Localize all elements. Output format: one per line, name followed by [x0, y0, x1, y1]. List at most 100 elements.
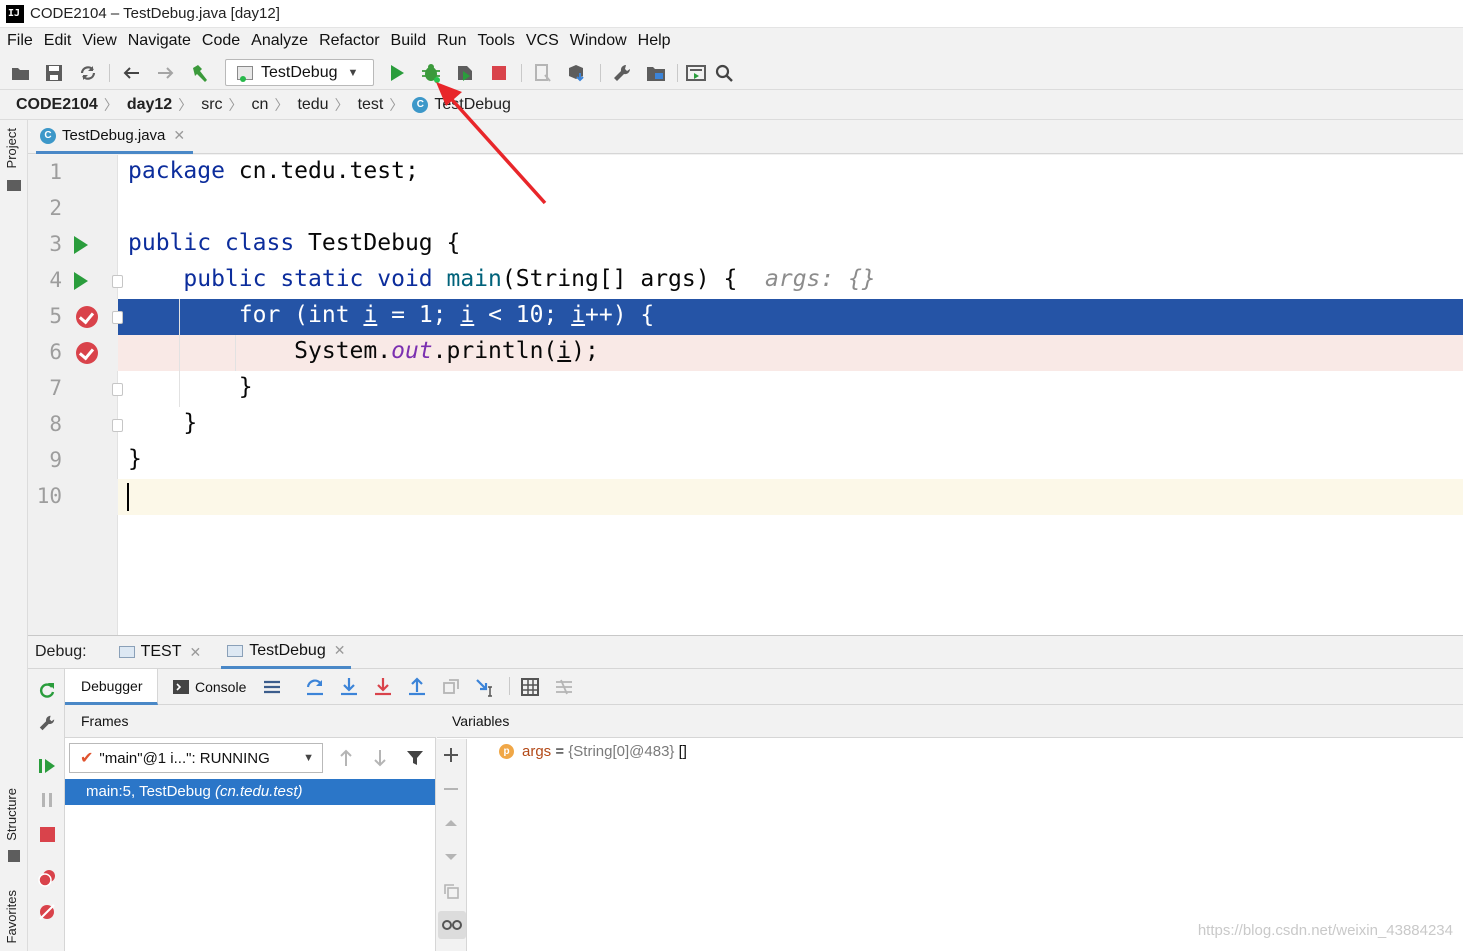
project-structure-icon[interactable]: [645, 62, 667, 84]
left-tool-stripe: Project Structure Favorites: [0, 120, 28, 951]
menu-build[interactable]: Build: [388, 32, 435, 50]
menu-file[interactable]: File: [4, 32, 41, 50]
menu-bar: File Edit View Navigate Code Analyze Ref…: [0, 28, 1463, 54]
force-step-into-icon[interactable]: [373, 677, 393, 697]
editor-tab-bar: C TestDebug.java ✕: [28, 120, 1463, 154]
menu-refactor[interactable]: Refactor: [316, 32, 387, 50]
tab-debug-test[interactable]: TEST ✕: [113, 635, 208, 669]
open-folder-icon[interactable]: [10, 62, 32, 84]
structure-tool-tab[interactable]: Structure: [4, 788, 19, 841]
code-line-3: 3 public class TestDebug {: [28, 227, 1463, 263]
close-icon[interactable]: ✕: [334, 642, 346, 659]
menu-help[interactable]: Help: [635, 32, 679, 50]
variable-name: args: [522, 743, 552, 760]
move-down-icon[interactable]: [443, 849, 461, 867]
run-icon[interactable]: [386, 62, 408, 84]
tab-testdebug-java[interactable]: C TestDebug.java ✕: [36, 120, 194, 154]
fold-marker-icon[interactable]: [112, 275, 123, 288]
favorites-tool-tab[interactable]: Favorites: [4, 890, 19, 943]
mute-breakpoints-icon[interactable]: [37, 902, 57, 922]
fold-marker-icon[interactable]: [112, 383, 123, 396]
menu-vcs[interactable]: VCS: [523, 32, 567, 50]
tab-console[interactable]: Console: [173, 669, 246, 705]
code-editor[interactable]: 1 package cn.tedu.test; 2 3 public class…: [28, 155, 1463, 635]
fold-marker-icon[interactable]: [112, 419, 123, 432]
next-frame-arrow-icon[interactable]: [372, 749, 392, 769]
breadcrumb-tedu[interactable]: tedu: [297, 96, 328, 114]
code-token: public static void: [183, 266, 433, 292]
sync-icon[interactable]: [77, 62, 99, 84]
breadcrumb-project[interactable]: CODE2104: [16, 96, 98, 114]
search-icon[interactable]: [713, 62, 735, 84]
move-up-icon[interactable]: [443, 815, 461, 833]
menu-run[interactable]: Run: [434, 32, 474, 50]
update-app-icon[interactable]: [566, 62, 588, 84]
view-breakpoints-icon[interactable]: [37, 868, 57, 888]
run-gutter-icon[interactable]: [74, 272, 88, 290]
breakpoint-icon[interactable]: [76, 342, 98, 364]
code-line-6-breakpoint: 6 System.out.println(i);: [28, 335, 1463, 371]
run-to-cursor-icon[interactable]: [475, 677, 495, 697]
tab-debugger[interactable]: Debugger: [65, 669, 158, 705]
code-token: int: [308, 302, 350, 328]
drop-frame-icon[interactable]: [441, 677, 461, 697]
filter-icon[interactable]: [406, 749, 426, 769]
evaluate-expression-icon[interactable]: [520, 677, 540, 697]
back-arrow-icon[interactable]: [120, 62, 142, 84]
run-gutter-icon[interactable]: [74, 236, 88, 254]
menu-tools[interactable]: Tools: [474, 32, 522, 50]
copy-icon[interactable]: [443, 883, 461, 901]
variable-extra: []: [674, 743, 687, 760]
menu-window[interactable]: Window: [567, 32, 635, 50]
previous-frame-arrow-icon[interactable]: [338, 749, 358, 769]
debug-side-actions: [28, 669, 65, 951]
resume-program-icon[interactable]: [37, 756, 57, 776]
rerun-icon[interactable]: [37, 680, 57, 700]
add-watch-icon[interactable]: [443, 747, 461, 765]
forward-arrow-icon[interactable]: [155, 62, 177, 84]
breadcrumb-src[interactable]: src: [201, 96, 222, 114]
step-over-icon[interactable]: [305, 677, 325, 697]
menu-analyze[interactable]: Analyze: [248, 32, 316, 50]
code-token: TestDebug {: [294, 230, 461, 256]
remove-watch-icon[interactable]: [443, 781, 461, 799]
trace-stream-icon[interactable]: [554, 677, 574, 697]
build-hammer-icon[interactable]: [189, 62, 211, 84]
variable-equals: =: [551, 743, 569, 760]
breadcrumb-test[interactable]: test: [358, 96, 384, 114]
menu-edit[interactable]: Edit: [41, 32, 80, 50]
variables-panel: Variables p args = {String[0]@483} []: [437, 705, 1463, 951]
show-watches-icon[interactable]: [438, 911, 466, 939]
project-tool-tab[interactable]: Project: [4, 128, 19, 168]
tab-label: Debugger: [81, 677, 143, 694]
step-out-icon[interactable]: [407, 677, 427, 697]
menu-navigate[interactable]: Navigate: [125, 32, 199, 50]
breadcrumb-cn[interactable]: cn: [252, 96, 269, 114]
fold-marker-icon[interactable]: [112, 311, 123, 324]
thread-select[interactable]: ✔ "main"@1 i...": RUNNING ▼: [69, 743, 323, 773]
menu-code[interactable]: Code: [199, 32, 248, 50]
config-icon: [227, 644, 244, 657]
close-icon[interactable]: ✕: [173, 127, 185, 144]
settings-wrench-icon[interactable]: [611, 62, 633, 84]
breadcrumb-module[interactable]: day12: [127, 96, 172, 114]
code-token: i: [571, 302, 586, 328]
tab-debug-testdebug[interactable]: TestDebug ✕: [221, 635, 352, 669]
line-number: 9: [49, 448, 62, 472]
line-number: 3: [49, 232, 62, 256]
step-into-icon[interactable]: [339, 677, 359, 697]
threads-list-icon[interactable]: [262, 677, 282, 697]
code-token: for (: [238, 302, 309, 328]
stop-icon[interactable]: [37, 824, 57, 844]
pause-icon[interactable]: [37, 790, 57, 810]
menu-view[interactable]: View: [79, 32, 124, 50]
save-all-icon[interactable]: [43, 62, 65, 84]
presentation-mode-icon[interactable]: [685, 62, 707, 84]
variable-row[interactable]: p args = {String[0]@483} []: [499, 743, 687, 760]
run-config-select[interactable]: TestDebug ▼: [225, 59, 374, 86]
selected-frame-row[interactable]: main:5, TestDebug (cn.tedu.test): [65, 779, 435, 805]
breakpoint-icon[interactable]: [76, 306, 98, 328]
close-icon[interactable]: ✕: [189, 644, 201, 661]
settings-wrench-icon[interactable]: [37, 713, 57, 733]
